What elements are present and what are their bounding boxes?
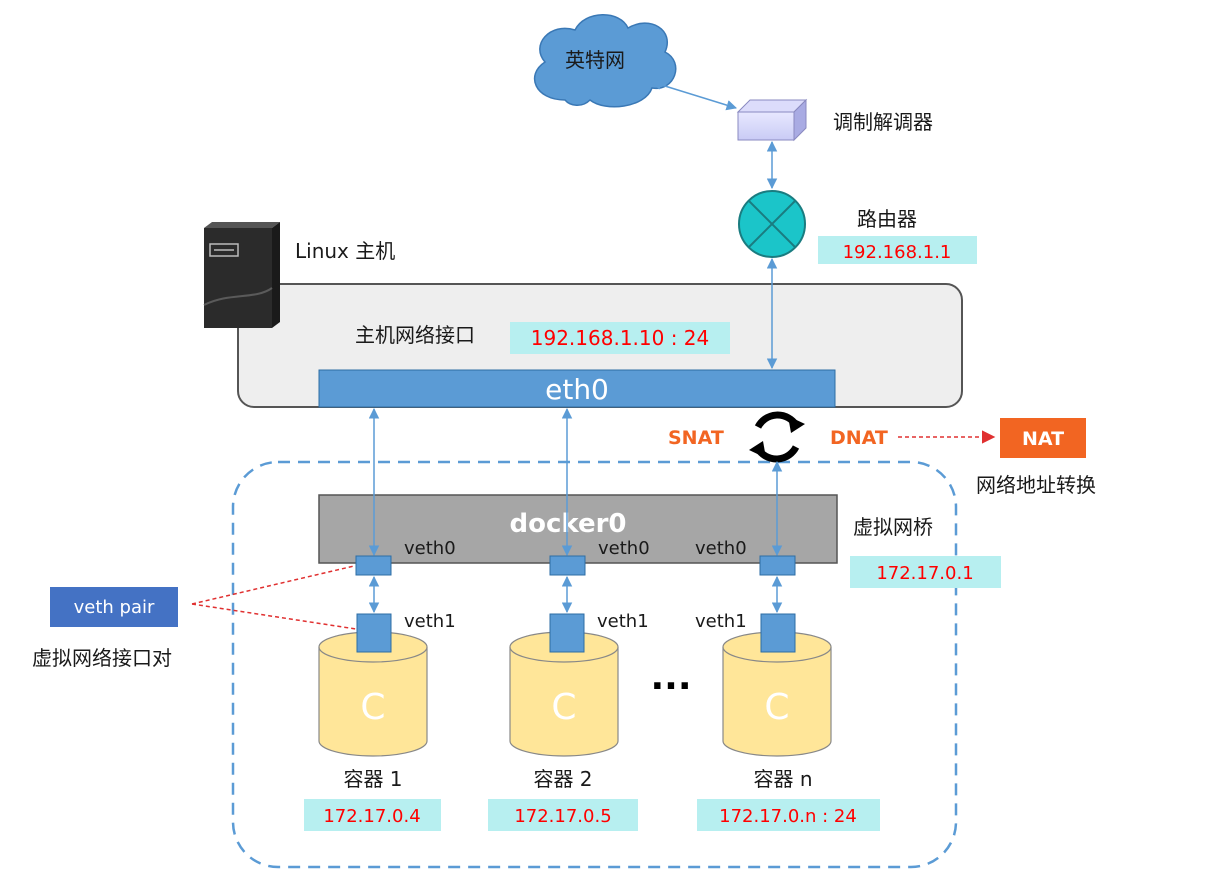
internet-label: 英特网	[565, 48, 625, 72]
containers-ellipsis: ···	[650, 666, 691, 707]
modem-label: 调制解调器	[833, 110, 933, 134]
veth-pair-caption: 虚拟网络接口对	[32, 646, 172, 670]
veth0-port	[549, 555, 586, 576]
veth0-port	[355, 555, 392, 576]
veth0-port	[759, 555, 796, 576]
nat-box-label: NAT	[1022, 428, 1064, 450]
nat-cycle-arrowhead-1	[788, 416, 805, 433]
container-glyph: C	[551, 687, 576, 728]
veth1-port	[760, 613, 796, 653]
bridge-caption: 虚拟网桥	[853, 515, 933, 539]
veth1-label: veth1	[597, 611, 649, 632]
veth0-label: veth0	[695, 538, 747, 559]
container-2: veth0 veth1 C 容器 2 172.17.0.5	[488, 538, 650, 831]
container-name: 容器 2	[533, 767, 592, 791]
veth1-label: veth1	[404, 611, 456, 632]
veth-pair-link-veth1	[191, 603, 357, 630]
nat-cycle-arrowhead-2	[749, 441, 766, 458]
veth1-port	[356, 613, 392, 653]
container-name: 容器 1	[343, 767, 402, 791]
nic-ip: 192.168.1.10 : 24	[531, 326, 710, 350]
nic-label: 主机网络接口	[355, 323, 475, 347]
container-1: veth0 veth1 C 容器 1 172.17.0.4	[304, 538, 456, 831]
container-ip: 172.17.0.5	[514, 806, 611, 827]
veth0-label: veth0	[598, 538, 650, 559]
router-ip: 192.168.1.1	[843, 242, 952, 263]
internet-cloud: 英特网	[533, 14, 677, 108]
container-glyph: C	[360, 687, 385, 728]
container-glyph: C	[764, 687, 789, 728]
veth1-label: veth1	[695, 611, 747, 632]
container-ip: 172.17.0.n : 24	[719, 806, 857, 827]
modem-icon	[736, 98, 808, 142]
veth-pair-link-veth0	[191, 565, 355, 605]
server-icon	[203, 222, 280, 328]
docker-network-diagram: 英特网 调制解调器 路由器 192.168.1.1 Linux 主机 主机网络接…	[32, 14, 1096, 869]
nat-caption: 网络地址转换	[976, 473, 1096, 497]
dnat-label: DNAT	[830, 427, 888, 449]
router-icon	[738, 190, 806, 258]
router-label: 路由器	[857, 207, 917, 231]
container-name: 容器 n	[753, 767, 812, 791]
bridge-ip: 172.17.0.1	[876, 563, 973, 584]
veth0-label: veth0	[404, 538, 456, 559]
linux-host-label: Linux 主机	[295, 239, 395, 263]
veth-pair-label: veth pair	[74, 597, 155, 618]
arrow-internet-modem	[650, 79, 738, 111]
docker0-label: docker0	[509, 509, 626, 539]
veth1-port	[549, 613, 585, 653]
container-ip: 172.17.0.4	[323, 806, 420, 827]
snat-label: SNAT	[668, 427, 724, 449]
eth0-label: eth0	[545, 373, 609, 406]
